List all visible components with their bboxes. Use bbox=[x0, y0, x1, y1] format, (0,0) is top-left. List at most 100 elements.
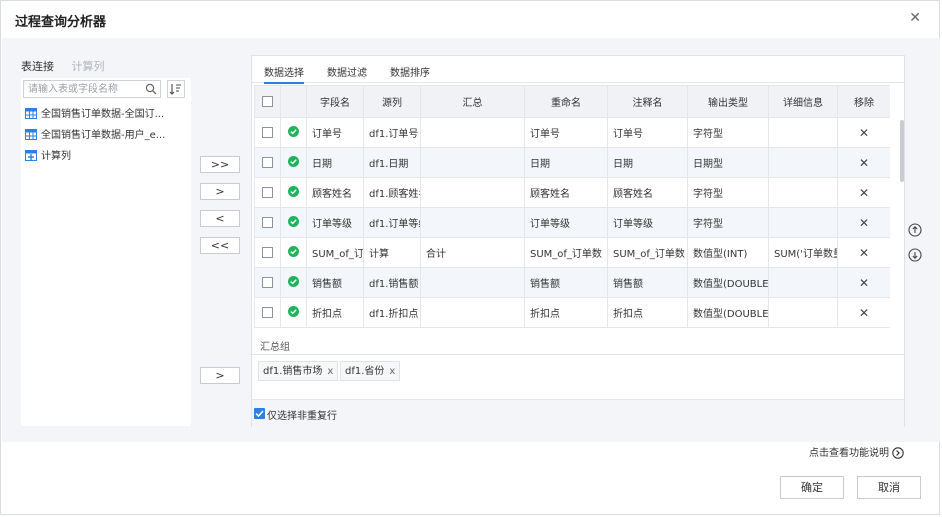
add-all-button[interactable]: >> bbox=[200, 156, 240, 173]
move-down-icon[interactable] bbox=[908, 248, 922, 265]
field-name-cell: 折扣点 bbox=[306, 297, 364, 328]
table-row[interactable]: 顾客姓名df1.顾客姓名顾客姓名顾客姓名字符型✕ bbox=[254, 177, 890, 208]
field-name-cell: 销售额 bbox=[306, 267, 364, 298]
field-name-cell: 订单号 bbox=[306, 117, 364, 148]
arrow-right-circle-icon bbox=[892, 447, 904, 459]
source-column-cell: 计算 bbox=[363, 237, 421, 268]
add-button[interactable]: > bbox=[200, 183, 240, 200]
row-status-cell bbox=[280, 117, 307, 148]
rename-cell: 折扣点 bbox=[524, 297, 608, 328]
detail-cell bbox=[768, 177, 838, 208]
help-link[interactable]: 点击查看功能说明 bbox=[809, 444, 904, 459]
row-checkbox[interactable] bbox=[262, 126, 273, 138]
summary-cell bbox=[420, 147, 525, 178]
comment-cell: 顾客姓名 bbox=[607, 177, 688, 208]
row-checkbox-cell bbox=[254, 267, 281, 298]
output-type-cell: 数值型(DOUBLE) bbox=[687, 297, 769, 328]
output-type-cell: 数值型(INT) bbox=[687, 237, 769, 268]
row-checkbox[interactable] bbox=[262, 186, 273, 198]
distinct-checkbox[interactable] bbox=[254, 408, 265, 419]
field-name-cell: 订单等级 bbox=[306, 207, 364, 238]
rename-cell: 顾客姓名 bbox=[524, 177, 608, 208]
field-name-cell: SUM_of_订单数 bbox=[306, 237, 364, 268]
move-up-icon[interactable] bbox=[908, 223, 922, 240]
tree-item-label: 全国销售订单数据-用户_e... bbox=[41, 130, 166, 141]
left-panel: 全国销售订单数据-全国订... 全国销售订单数据-用户_e... 计算列 bbox=[21, 78, 191, 426]
table-row[interactable]: 订单号 df1.订单号 订单号 订单号 字符型 ✕ bbox=[254, 117, 890, 148]
row-checkbox-cell bbox=[254, 117, 281, 148]
output-type-cell: 字符型 bbox=[687, 177, 769, 208]
cancel-button[interactable]: 取消 bbox=[857, 476, 921, 499]
summary-group-label: 汇总组 bbox=[260, 342, 290, 353]
remove-button[interactable]: < bbox=[200, 210, 240, 227]
remove-icon[interactable]: ✕ bbox=[837, 267, 890, 298]
close-icon[interactable]: ✕ bbox=[909, 10, 921, 26]
remove-icon[interactable]: ✕ bbox=[837, 117, 890, 148]
tab-table-join[interactable]: 表连接 bbox=[21, 60, 54, 73]
source-column-cell: df1.折扣点 bbox=[363, 297, 421, 328]
table-icon bbox=[25, 129, 37, 140]
table-row[interactable]: 销售额 df1.销售额 销售额 销售额 数值型(DOUBLE) ✕ bbox=[254, 267, 890, 298]
comment-cell: 日期 bbox=[607, 147, 688, 178]
grid-scrollbar[interactable] bbox=[900, 120, 904, 182]
row-checkbox-cell bbox=[254, 207, 281, 238]
comment-cell: 销售额 bbox=[607, 267, 688, 298]
tree-item-table-1[interactable]: 全国销售订单数据-全国订... bbox=[25, 106, 164, 124]
remove-icon[interactable]: ✕ bbox=[837, 177, 890, 208]
comment-cell: SUM_of_订单数 bbox=[607, 237, 688, 268]
row-checkbox[interactable] bbox=[262, 216, 273, 228]
output-type-cell: 数值型(DOUBLE) bbox=[687, 267, 769, 298]
summary-chip-province[interactable]: df1.省份 x bbox=[340, 361, 401, 381]
remove-all-button[interactable]: << bbox=[200, 237, 240, 254]
tree-item-table-2[interactable]: 全国销售订单数据-用户_e... bbox=[25, 127, 165, 145]
tab-data-select[interactable]: 数据选择 bbox=[264, 64, 304, 84]
row-checkbox[interactable] bbox=[262, 156, 273, 168]
row-checkbox[interactable] bbox=[262, 246, 273, 258]
comment-cell: 订单号 bbox=[607, 117, 688, 148]
row-status-cell bbox=[280, 297, 307, 328]
tab-data-filter[interactable]: 数据过滤 bbox=[327, 64, 367, 79]
rename-cell: 日期 bbox=[524, 147, 608, 178]
tab-calc-column[interactable]: 计算列 bbox=[72, 60, 105, 73]
ok-button[interactable]: 确定 bbox=[780, 476, 844, 499]
tab-data-sort[interactable]: 数据排序 bbox=[390, 64, 430, 79]
select-all-cell bbox=[254, 85, 281, 118]
field-grid: 字段名 源列 汇总 重命名 注释名 输出类型 详细信息 移除 订单号 df1.订单… bbox=[254, 85, 890, 332]
select-all-checkbox[interactable] bbox=[262, 95, 273, 107]
table-row[interactable]: 日期 df1.日期 日期 日期 日期型 ✕ bbox=[254, 147, 890, 178]
table-row[interactable]: 订单等级df1.订单等级订单等级订单等级字符型✕ bbox=[254, 207, 890, 238]
header-rename: 重命名 bbox=[524, 85, 608, 118]
row-checkbox[interactable] bbox=[262, 276, 273, 288]
source-column-cell: df1.顾客姓名 bbox=[363, 177, 421, 208]
search-input[interactable] bbox=[28, 82, 146, 96]
field-name-cell: 顾客姓名 bbox=[306, 177, 364, 208]
distinct-label: 仅选择非重复行 bbox=[267, 411, 337, 422]
search-icon[interactable] bbox=[145, 83, 157, 98]
tree-item-calc-column[interactable]: 计算列 bbox=[25, 148, 71, 166]
dialog-title: 过程查询分析器 bbox=[15, 15, 107, 30]
detail-cell bbox=[768, 267, 838, 298]
table-row[interactable]: SUM_of_订单数计算合计SUM_of_订单数SUM_of_订单数数值型(IN… bbox=[254, 237, 890, 268]
grid-header-row: 字段名 源列 汇总 重命名 注释名 输出类型 详细信息 移除 bbox=[254, 85, 890, 118]
chip-remove-icon[interactable]: x bbox=[327, 366, 333, 377]
chip-remove-icon[interactable]: x bbox=[389, 366, 395, 377]
remove-icon[interactable]: ✕ bbox=[837, 297, 890, 328]
sort-icon[interactable] bbox=[167, 80, 185, 98]
help-link-label: 点击查看功能说明 bbox=[809, 448, 889, 459]
remove-icon[interactable]: ✕ bbox=[837, 207, 890, 238]
output-type-cell: 字符型 bbox=[687, 207, 769, 238]
summary-chip-market[interactable]: df1.销售市场 x bbox=[258, 361, 339, 381]
chip-label: df1.省份 bbox=[345, 366, 385, 377]
table-icon bbox=[25, 108, 37, 119]
summary-cell bbox=[420, 297, 525, 328]
summary-divider bbox=[252, 354, 904, 355]
remove-icon[interactable]: ✕ bbox=[837, 147, 890, 178]
check-circle-icon bbox=[288, 275, 299, 287]
add-to-group-button[interactable]: > bbox=[200, 367, 240, 384]
header-output-type: 输出类型 bbox=[687, 85, 769, 118]
status-header bbox=[280, 85, 307, 118]
row-checkbox-cell bbox=[254, 237, 281, 268]
table-row[interactable]: 折扣点 df1.折扣点 折扣点 折扣点 数值型(DOUBLE) ✕ bbox=[254, 297, 890, 328]
row-checkbox[interactable] bbox=[262, 306, 273, 318]
remove-icon[interactable]: ✕ bbox=[837, 237, 890, 268]
